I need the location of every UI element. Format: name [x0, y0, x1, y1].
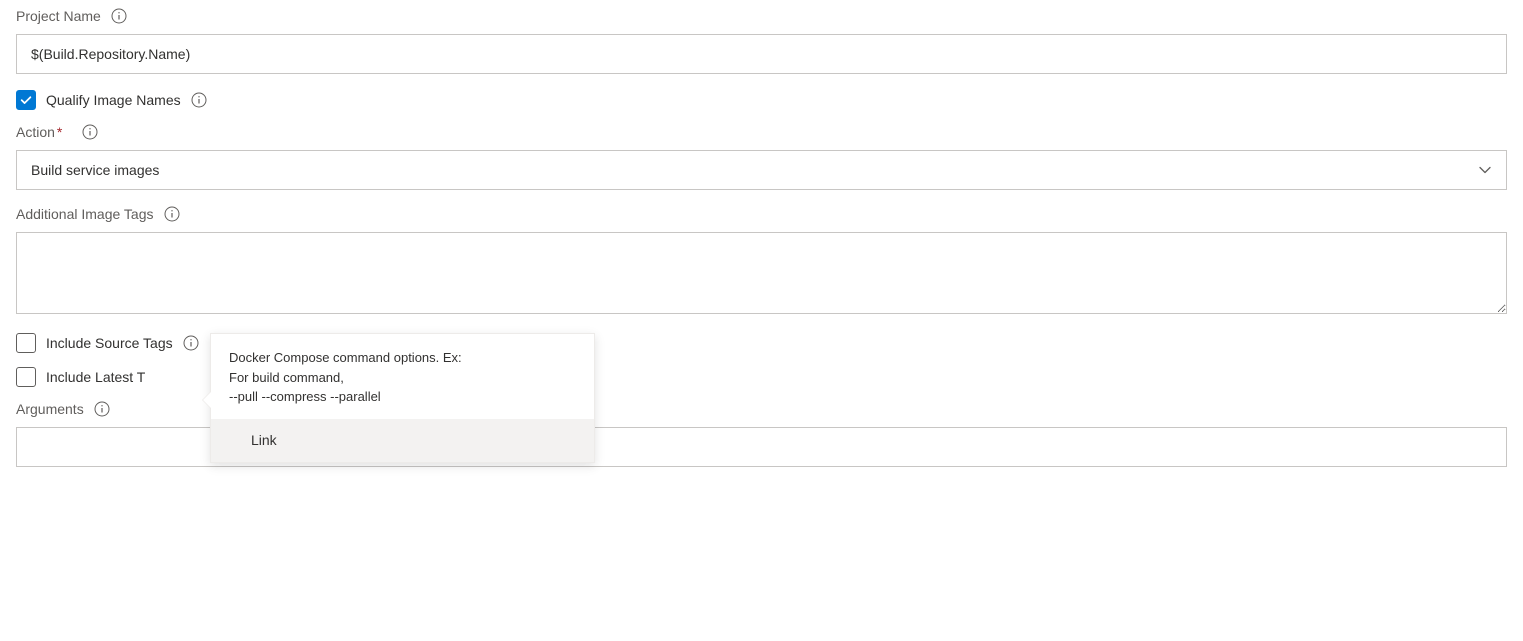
project-name-group: Project Name	[16, 8, 1507, 74]
arguments-label: Arguments	[16, 401, 84, 417]
action-selected-value: Build service images	[31, 162, 159, 178]
additional-image-tags-label: Additional Image Tags	[16, 206, 154, 222]
qualify-image-names-row: Qualify Image Names	[16, 90, 1507, 110]
tooltip-arrow	[203, 392, 211, 408]
info-icon[interactable]	[183, 335, 199, 351]
tooltip-footer: Link	[211, 419, 594, 462]
arguments-tooltip: Docker Compose command options. Ex: For …	[210, 333, 595, 463]
arguments-group: Arguments Docker Compose command options…	[16, 401, 1507, 467]
include-source-tags-checkbox[interactable]	[16, 333, 36, 353]
info-icon[interactable]	[111, 8, 127, 24]
action-label: Action	[16, 124, 55, 140]
include-latest-tag-label: Include Latest T	[46, 369, 145, 385]
qualify-image-names-checkbox[interactable]	[16, 90, 36, 110]
project-name-label: Project Name	[16, 8, 101, 24]
chevron-down-icon	[1478, 163, 1492, 177]
action-label-wrap: Action*	[16, 124, 62, 140]
action-group: Action* Build service images	[16, 124, 1507, 190]
additional-image-tags-group: Additional Image Tags	[16, 206, 1507, 317]
include-latest-tag-checkbox[interactable]	[16, 367, 36, 387]
required-asterisk: *	[57, 124, 62, 140]
action-label-row: Action*	[16, 124, 1507, 140]
additional-image-tags-label-row: Additional Image Tags	[16, 206, 1507, 222]
info-icon[interactable]	[94, 401, 110, 417]
info-icon[interactable]	[164, 206, 180, 222]
additional-image-tags-textarea[interactable]	[16, 232, 1507, 314]
project-name-label-row: Project Name	[16, 8, 1507, 24]
include-source-tags-label: Include Source Tags	[46, 335, 173, 351]
project-name-input[interactable]	[16, 34, 1507, 74]
tooltip-line2: For build command,	[229, 368, 576, 388]
tooltip-line3: --pull --compress --parallel	[229, 387, 576, 407]
qualify-image-names-label: Qualify Image Names	[46, 92, 181, 108]
action-select[interactable]: Build service images	[16, 150, 1507, 190]
info-icon[interactable]	[191, 92, 207, 108]
tooltip-body: Docker Compose command options. Ex: For …	[211, 334, 594, 419]
info-icon[interactable]	[82, 124, 98, 140]
tooltip-line1: Docker Compose command options. Ex:	[229, 348, 576, 368]
tooltip-link[interactable]: Link	[251, 432, 277, 448]
